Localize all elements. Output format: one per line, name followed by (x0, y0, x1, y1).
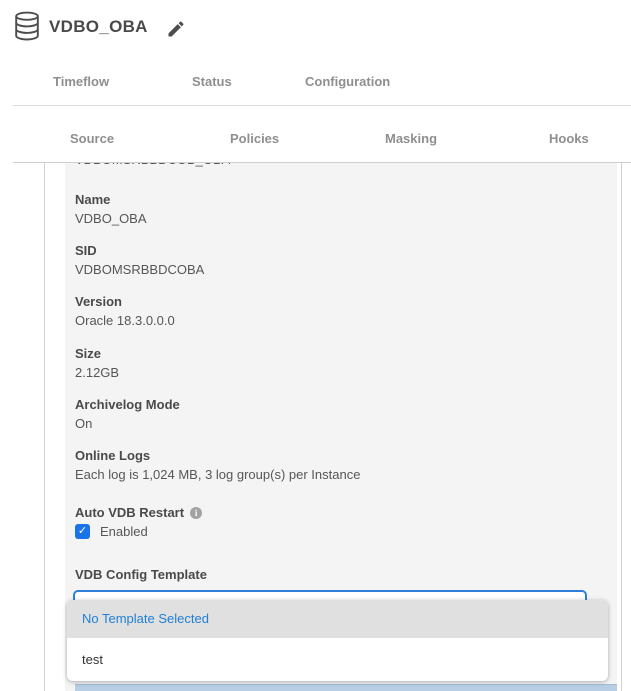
subtab-source[interactable]: Source (70, 131, 114, 146)
field-name: Name VDBO_OBA (75, 192, 147, 226)
field-sid: SID VDBOMSRBBDCOBA (75, 243, 204, 277)
tab-configuration[interactable]: Configuration (305, 74, 390, 89)
field-label: Archivelog Mode (75, 397, 180, 412)
enabled-checkbox[interactable]: ✓ (75, 524, 90, 539)
subtab-masking[interactable]: Masking (385, 131, 437, 146)
edit-pencil-icon[interactable] (166, 19, 186, 39)
auto-vdb-restart-label: Auto VDB Restarti (75, 505, 202, 520)
database-icon (14, 11, 40, 41)
field-value: On (75, 416, 180, 431)
dropdown-option-test[interactable]: test (67, 638, 608, 681)
field-label: Size (75, 346, 119, 361)
field-version: Version Oracle 18.3.0.0.0 (75, 294, 175, 328)
field-label: Name (75, 192, 147, 207)
vdb-configuration-screen: VDBO_OBA Timeflow Status Configuration S… (0, 0, 631, 691)
subtab-hooks[interactable]: Hooks (549, 131, 589, 146)
field-size: Size 2.12GB (75, 346, 119, 380)
dropdown-option-no-template[interactable]: No Template Selected (67, 600, 608, 638)
template-dropdown-menu: No Template Selected test (67, 600, 608, 681)
tabs-divider (13, 105, 631, 106)
vdb-config-template-label: VDB Config Template (75, 567, 207, 582)
field-online-logs: Online Logs Each log is 1,024 MB, 3 log … (75, 448, 360, 482)
field-label: Online Logs (75, 448, 360, 463)
clipped-field-value: VDBOMSRBBDCOB_OBA (75, 163, 230, 169)
field-value: VDBO_OBA (75, 211, 147, 226)
tab-timeflow[interactable]: Timeflow (53, 74, 109, 89)
field-archivelog-mode: Archivelog Mode On (75, 397, 180, 431)
subtab-policies[interactable]: Policies (230, 131, 279, 146)
auto-restart-checkbox-row: ✓ Enabled (75, 523, 148, 539)
field-label: Version (75, 294, 175, 309)
tab-status[interactable]: Status (192, 74, 232, 89)
info-icon[interactable]: i (190, 507, 202, 519)
field-value: Each log is 1,024 MB, 3 log group(s) per… (75, 467, 360, 482)
checkbox-label: Enabled (100, 524, 148, 539)
page-title: VDBO_OBA (49, 17, 148, 37)
field-value: VDBOMSRBBDCOBA (75, 262, 204, 277)
field-value: 2.12GB (75, 365, 119, 380)
field-label: SID (75, 243, 204, 258)
field-value: Oracle 18.3.0.0.0 (75, 313, 175, 328)
clipped-bottom-highlight (75, 684, 617, 691)
scroll-area-left-border (44, 163, 45, 691)
scroll-area-right-border (621, 163, 622, 691)
